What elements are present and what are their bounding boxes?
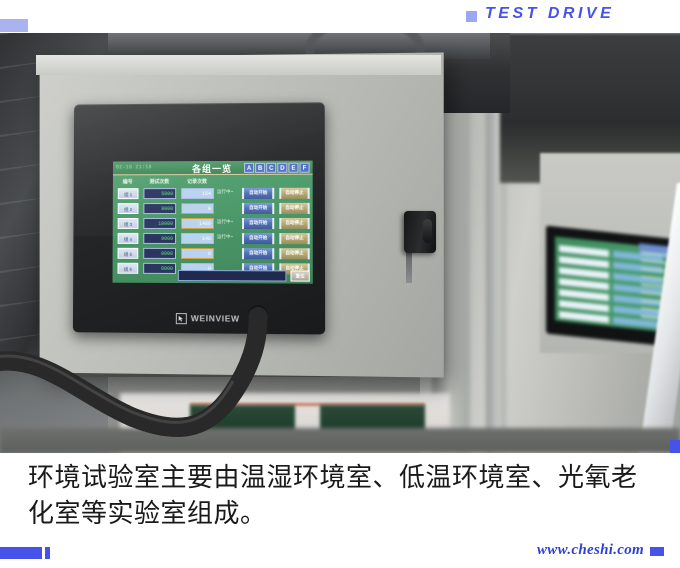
group-button-a[interactable]: A: [244, 162, 255, 173]
column-header-id: 编号: [122, 179, 133, 186]
auto-stop-button[interactable]: 自动停止: [279, 248, 310, 260]
row-test-count[interactable]: 10000: [143, 218, 177, 229]
row-record-count: 0: [181, 202, 215, 215]
weinview-logo-icon: [175, 312, 187, 324]
group-selector-buttons[interactable]: A B C D E F: [244, 162, 310, 173]
row-test-count[interactable]: 8000: [143, 262, 176, 274]
row-id: 组 4: [117, 232, 139, 244]
row-status: 运行中~: [216, 219, 234, 225]
hmi-touch-panel[interactable]: 02-10 21:18 各组一览 A B C D E F 编号 测试次数 记录次…: [72, 102, 326, 335]
table-row: 组 4 9000 148 运行中~ 自动开始 自动停止: [113, 231, 313, 246]
watermark-text: www.cheshi.com: [537, 542, 644, 558]
row-id: 组 5: [117, 247, 139, 259]
table-body: 组 1 5000 164 运行中~ 自动开始 自动停止 组 2 9000 0 自…: [113, 186, 313, 277]
right-edge-accent: [670, 440, 680, 454]
row-record-count: 148: [181, 232, 214, 245]
banner-title: TEST DRIVE: [485, 5, 615, 22]
row-record-count: 1486: [181, 218, 214, 230]
reset-button[interactable]: 复位: [290, 270, 310, 282]
screen-footer: 复位: [177, 269, 310, 282]
row-record-count: 164: [181, 187, 215, 200]
device-brand-label: WEINVIEW: [190, 313, 240, 324]
latch-stem: [406, 249, 412, 283]
photo-region: 02-10 21:18 各组一览 A B C D E F 编号 测试次数 记录次…: [0, 33, 680, 453]
background-floor: [0, 428, 680, 453]
column-header-record-count: 记录次数: [187, 179, 208, 186]
page-root: TEST DRIVE 02-10 21:18 各组一览 A B C D E F …: [0, 0, 680, 568]
row-test-count[interactable]: 5000: [143, 188, 177, 200]
table-header: 编号 测试次数 记录次数: [113, 176, 313, 187]
row-test-count[interactable]: 8000: [143, 247, 177, 259]
table-row: 组 2 9000 0 自动开始 自动停止: [113, 201, 313, 216]
group-button-c[interactable]: C: [266, 162, 277, 173]
caption-accent-bar: [0, 547, 42, 559]
message-input-field[interactable]: [177, 269, 287, 282]
door-latch-handle[interactable]: [404, 211, 436, 253]
table-row: 组 1 5000 164 运行中~ 自动开始 自动停止: [113, 186, 313, 201]
row-test-count[interactable]: 9000: [143, 203, 177, 215]
caption-text: 环境试验室主要由温湿环境室、低温环境室、光氧老化室等实验室组成。: [28, 462, 638, 528]
row-record-count: 0: [180, 247, 214, 260]
row-status: 运行中~: [217, 188, 234, 194]
row-id: 组 6: [117, 262, 139, 274]
caption-area: 环境试验室主要由温湿环境室、低温环境室、光氧老化室等实验室组成。 www.che…: [0, 453, 680, 568]
column-header-test-count: 测试次数: [149, 179, 170, 186]
auto-start-button[interactable]: 自动开始: [242, 187, 275, 199]
row-status: 运行中~: [216, 234, 234, 240]
group-button-f[interactable]: F: [299, 162, 310, 173]
row-id: 组 2: [117, 203, 139, 215]
device-brand: WEINVIEW: [175, 310, 240, 327]
auto-start-button[interactable]: 自动开始: [242, 202, 275, 214]
row-id: 组 3: [117, 218, 139, 229]
square-bullet-icon: [466, 11, 477, 22]
group-button-b[interactable]: B: [255, 162, 266, 173]
auto-stop-button[interactable]: 自动停止: [279, 233, 310, 245]
table-row: 组 5 8000 0 自动开始 自动停止: [113, 246, 313, 262]
background-hmi-column-one: [559, 244, 609, 327]
enclosure-top-edge: [36, 55, 441, 75]
auto-stop-button[interactable]: 自动停止: [279, 218, 310, 230]
auto-stop-button[interactable]: 自动停止: [279, 187, 310, 199]
group-button-e[interactable]: E: [288, 162, 299, 173]
top-banner: TEST DRIVE: [0, 0, 680, 33]
row-test-count[interactable]: 9000: [143, 232, 177, 244]
auto-start-button[interactable]: 自动开始: [242, 218, 275, 230]
table-row: 组 3 10000 1486 运行中~ 自动开始 自动停止: [113, 216, 313, 231]
banner-corner-accent: [0, 19, 28, 32]
auto-start-button[interactable]: 自动开始: [242, 248, 275, 260]
auto-start-button[interactable]: 自动开始: [242, 233, 275, 245]
group-button-d[interactable]: D: [277, 162, 288, 173]
hmi-screen[interactable]: 02-10 21:18 各组一览 A B C D E F 编号 测试次数 记录次…: [112, 160, 313, 284]
row-id: 组 1: [117, 188, 139, 200]
watermark-accent-square: [650, 547, 664, 556]
latch-knob-icon: [423, 219, 432, 243]
auto-stop-button[interactable]: 自动停止: [279, 202, 310, 214]
caption-accent-tick: [45, 547, 50, 559]
